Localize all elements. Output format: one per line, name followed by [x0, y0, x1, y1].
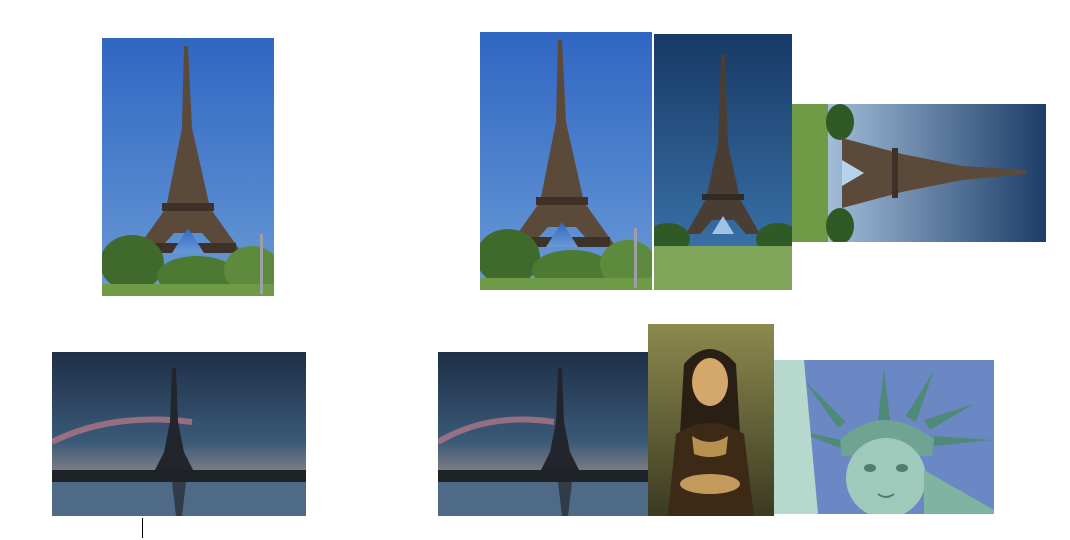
result-image-statue-of-liberty[interactable]	[774, 360, 994, 514]
result-image-eiffel-day[interactable]	[480, 32, 652, 290]
result-image-eiffel-dusk[interactable]	[438, 352, 648, 516]
query-image-eiffel-dusk[interactable]	[52, 352, 306, 516]
query-image-eiffel-day[interactable]	[102, 38, 274, 296]
result-image-eiffel-rotated[interactable]	[792, 104, 1046, 242]
result-image-mona-lisa[interactable]	[648, 324, 774, 516]
text-cursor	[142, 518, 143, 538]
result-image-eiffel-champ-de-mars[interactable]	[654, 34, 792, 290]
